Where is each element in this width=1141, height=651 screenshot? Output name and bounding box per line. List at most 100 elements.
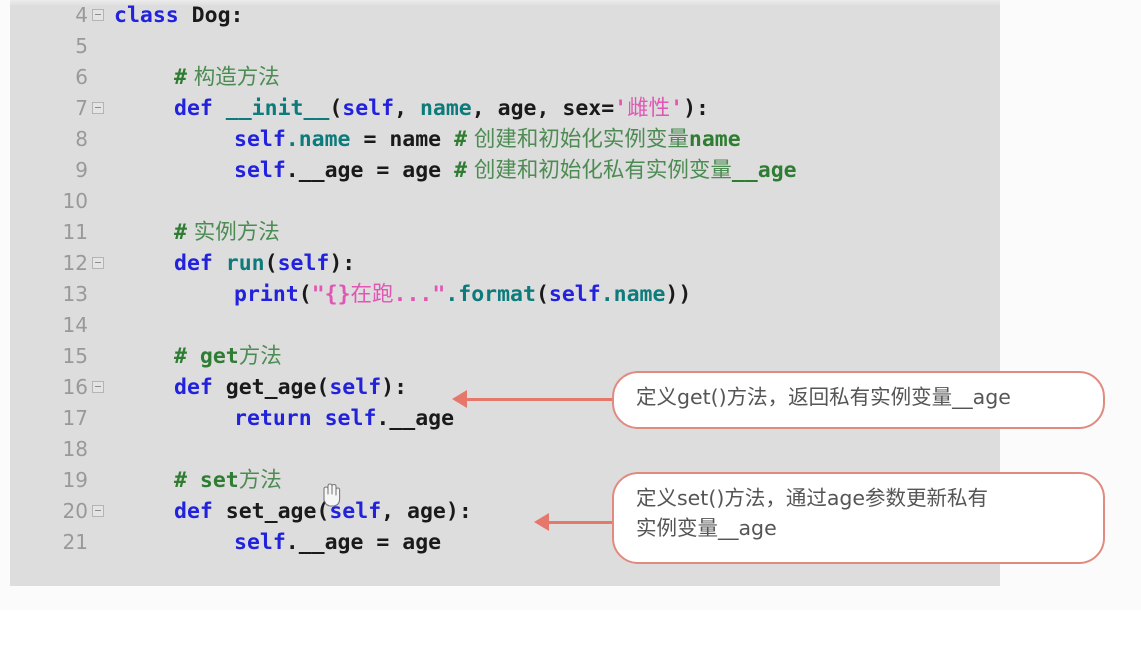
code-line-18[interactable]: 18	[10, 434, 1000, 465]
token-self: self	[234, 127, 286, 152]
annotation-arrow-set-line	[540, 521, 616, 524]
fold-toggle-icon[interactable]	[92, 9, 104, 21]
token-comment-tail: name	[688, 127, 741, 152]
line-number: 16	[62, 375, 88, 399]
line-number: 15	[62, 344, 88, 368]
token-comment-text: 方法	[238, 468, 282, 493]
token-punct: ,	[394, 96, 420, 121]
code-line-content: class Dog:	[114, 0, 243, 31]
token-punct: ):	[381, 375, 408, 400]
token-keyword-def: def	[174, 251, 213, 276]
line-number: 8	[75, 127, 88, 151]
line-number: 12	[62, 251, 88, 275]
token-comment-hash: #	[174, 65, 187, 90]
token-keyword-return: return	[234, 406, 312, 431]
token-comment-text: 方法	[238, 344, 282, 369]
token-self: self	[234, 158, 286, 183]
line-number: 20	[62, 499, 88, 523]
token-string-value: 雌性	[627, 96, 671, 121]
token-function-name: get_age	[212, 375, 317, 400]
line-number: 21	[62, 530, 88, 554]
code-line-8[interactable]: 8 self.name = name # 创建和初始化实例变量name	[10, 124, 1000, 155]
token-comment-text: 创建和初始化实例变量	[467, 127, 689, 152]
token-private-attribute: .__age	[285, 158, 364, 183]
token-builtin-print: print	[234, 282, 299, 307]
token-punct: ):	[683, 96, 709, 121]
code-line-6[interactable]: 6 # 构造方法	[10, 62, 1000, 93]
token-punct: (	[329, 96, 343, 121]
token-method-format: format	[458, 282, 536, 307]
code-line-5[interactable]: 5	[10, 31, 1000, 62]
token-param-self: self	[329, 375, 382, 400]
token-attribute: .name	[285, 127, 351, 152]
token-comment-tail: __age	[731, 158, 797, 183]
code-line-content: print("{}在跑...".format(self.name))	[234, 279, 691, 310]
token-self: self	[311, 406, 377, 431]
token-function-name: run	[212, 251, 265, 276]
fold-toggle-icon[interactable]	[92, 102, 104, 114]
token-punct: (	[316, 375, 330, 400]
token-punct: ))	[665, 282, 692, 307]
fold-toggle-icon[interactable]	[92, 381, 104, 393]
token-punct: (	[298, 282, 312, 307]
token-keyword-def: def	[174, 96, 213, 121]
code-line-14[interactable]: 14	[10, 310, 1000, 341]
code-line-9[interactable]: 9 self.__age = age # 创建和初始化私有实例变量__age	[10, 155, 1000, 186]
token-keyword-def: def	[174, 499, 213, 524]
code-line-13[interactable]: 13 print("{}在跑...".format(self.name))	[10, 279, 1000, 310]
code-line-10[interactable]: 10	[10, 186, 1000, 217]
code-line-content: return self.__age	[234, 403, 454, 434]
token-string-cjk: 在跑	[350, 282, 394, 307]
token-punct: ):	[445, 499, 472, 524]
code-line-12[interactable]: 12 def run(self):	[10, 248, 1000, 279]
fold-toggle-icon[interactable]	[92, 505, 104, 517]
token-punct: ):	[329, 251, 356, 276]
token-punct: (	[264, 251, 278, 276]
token-dot: .	[445, 282, 459, 307]
token-comment-hash: #	[174, 220, 187, 245]
annotation-callout-get-text: 定义get()方法，返回私有实例变量__age	[636, 385, 1011, 409]
code-line-11[interactable]: 11 # 实例方法	[10, 217, 1000, 248]
token-comment-hash: #	[454, 158, 468, 183]
token-comment-hash: #	[174, 344, 187, 369]
code-line-content: def __init__(self, name, age, sex='雌性'):	[174, 93, 709, 124]
token-function-name: __init__	[212, 96, 330, 121]
code-line-content: # 构造方法	[174, 62, 280, 93]
token-class-name: Dog:	[178, 3, 244, 28]
fold-toggle-icon[interactable]	[92, 257, 104, 269]
token-keyword-class: class	[114, 3, 179, 28]
code-line-4[interactable]: 4 class Dog:	[10, 0, 1000, 31]
line-number: 4	[75, 3, 88, 27]
line-number: 9	[75, 158, 88, 182]
code-line-content: def run(self):	[174, 248, 355, 279]
token-string-close: ..."	[393, 282, 446, 307]
token-param-self: self	[342, 96, 395, 121]
line-number: 19	[62, 468, 88, 492]
code-line-content: def get_age(self):	[174, 372, 407, 403]
code-line-content: self.name = name # 创建和初始化实例变量name	[234, 124, 741, 155]
code-line-content: self.__age = age	[234, 527, 441, 558]
annotation-callout-set-line2: 实例变量__age	[636, 516, 777, 540]
token-param-age: age	[407, 499, 446, 524]
token-quote: '	[614, 96, 628, 121]
token-attribute: .name	[600, 282, 666, 307]
token-function-name: set_age	[212, 499, 317, 524]
token-comment-get: get	[186, 344, 239, 369]
token-private-attribute: .__age	[376, 406, 455, 431]
annotation-arrow-get-line	[458, 398, 614, 401]
line-number: 7	[75, 96, 88, 120]
line-number: 18	[62, 437, 88, 461]
token-string-open: "{}	[311, 282, 351, 307]
code-line-content: # get方法	[174, 341, 282, 372]
token-param-age: age	[497, 96, 537, 121]
token-punct: ,	[471, 96, 498, 121]
token-private-attribute: .__age	[285, 530, 364, 555]
code-line-content: self.__age = age # 创建和初始化私有实例变量__age	[234, 155, 797, 186]
token-comment-set: set	[186, 468, 239, 493]
line-number: 10	[62, 189, 88, 213]
token-comment-hash: #	[174, 468, 187, 493]
token-keyword-def: def	[174, 375, 213, 400]
code-line-15[interactable]: 15 # get方法	[10, 341, 1000, 372]
token-assignment: = age	[363, 158, 455, 183]
code-line-7[interactable]: 7 def __init__(self, name, age, sex='雌性'…	[10, 93, 1000, 124]
